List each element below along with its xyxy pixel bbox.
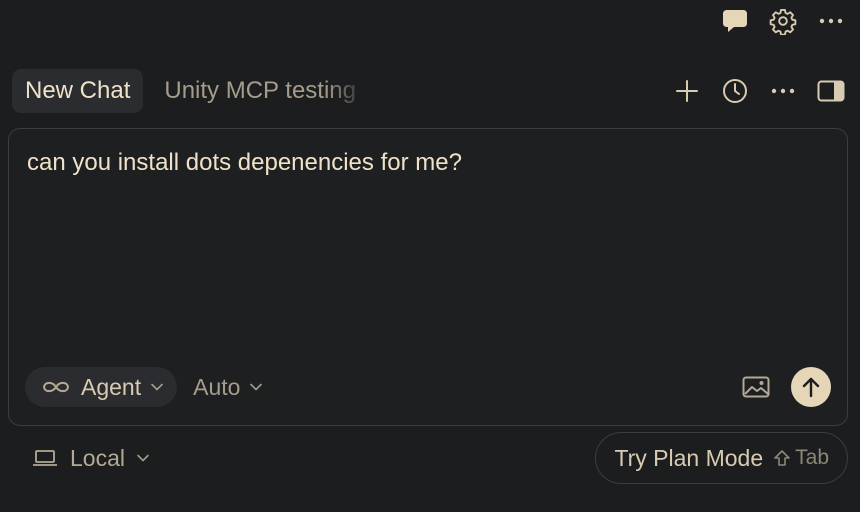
try-plan-mode-button[interactable]: Try Plan Mode Tab [595, 432, 848, 484]
prompt-input[interactable]: can you install dots depenencies for me? [27, 149, 829, 177]
mode-label: Agent [81, 373, 142, 400]
mode-select-agent[interactable]: Agent [25, 367, 178, 407]
infinity-icon [42, 381, 70, 393]
plan-mode-label: Try Plan Mode [614, 444, 764, 471]
tab-bar: New Chat Unity MCP testing [12, 68, 846, 114]
toggle-panel-icon [817, 80, 845, 102]
chevron-down-icon [250, 383, 263, 391]
shift-key-icon [774, 450, 790, 466]
history-button[interactable] [720, 76, 750, 106]
environment-label: Local [70, 444, 125, 471]
shortcut-hint: Tab [773, 446, 829, 470]
model-label: Auto [193, 373, 241, 400]
top-toolbar [720, 6, 846, 36]
shortcut-key: Tab [795, 446, 829, 469]
chevron-down-icon [151, 383, 163, 391]
composer-toolbar: Agent Auto [25, 366, 831, 408]
tab-label: Unity MCP testing [164, 77, 356, 104]
arrow-up-icon [802, 377, 820, 398]
plus-icon [676, 80, 698, 102]
gear-icon [769, 8, 797, 35]
more-horizontal-icon [771, 88, 795, 94]
send-button[interactable] [791, 367, 831, 407]
chat-bubble-button[interactable] [720, 6, 750, 36]
more-options-button[interactable] [816, 6, 846, 36]
toggle-panel-button[interactable] [816, 76, 846, 106]
chat-bubble-icon [723, 10, 747, 32]
chevron-down-icon [137, 454, 149, 462]
composer-actions [741, 367, 831, 407]
tab-more-button[interactable] [768, 76, 798, 106]
more-horizontal-icon [819, 18, 843, 24]
new-chat-button[interactable] [672, 76, 702, 106]
image-icon [742, 376, 770, 398]
environment-select[interactable]: Local [32, 445, 149, 472]
composer[interactable]: can you install dots depenencies for me?… [8, 128, 848, 426]
tab-actions [672, 76, 846, 106]
tab-new-chat[interactable]: New Chat [12, 69, 144, 113]
tab-unity-mcp-testing[interactable]: Unity MCP testing [151, 69, 369, 113]
settings-button[interactable] [768, 6, 798, 36]
tab-label: New Chat [25, 77, 131, 104]
attach-image-button[interactable] [741, 372, 771, 402]
composer-footer: Local Try Plan Mode Tab [8, 432, 848, 484]
model-select[interactable]: Auto [193, 373, 263, 401]
chat-panel: New Chat Unity MCP testing can you insta… [0, 0, 860, 512]
laptop-icon [33, 450, 57, 466]
history-clock-icon [723, 79, 747, 103]
